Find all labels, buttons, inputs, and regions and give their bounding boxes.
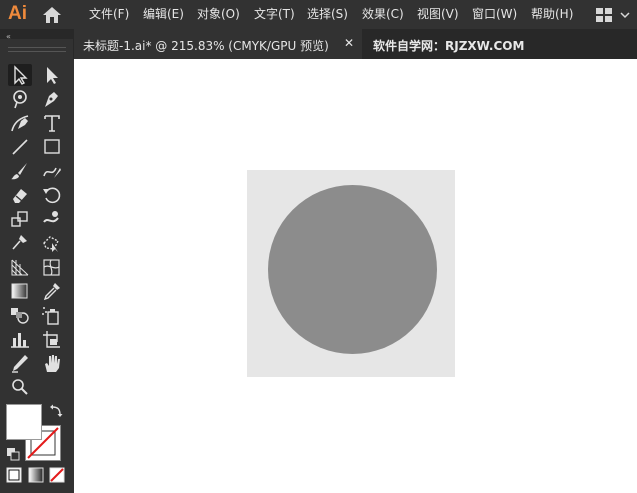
menu-view[interactable]: 视图(V)	[417, 6, 459, 22]
toolbar-grip[interactable]	[8, 47, 66, 52]
menu-edit[interactable]: 编辑(E)	[143, 6, 184, 22]
perspective-grid-tool-icon[interactable]	[8, 256, 32, 278]
type-tool-icon[interactable]	[40, 112, 64, 134]
hand-tool-icon[interactable]	[40, 352, 64, 374]
menu-help[interactable]: 帮助(H)	[531, 6, 573, 22]
free-transform-tool-icon[interactable]	[40, 232, 64, 254]
fill-swatch[interactable]	[6, 404, 42, 440]
zoom-tool-icon[interactable]	[8, 376, 32, 398]
home-icon[interactable]	[42, 6, 62, 24]
color-mode-button[interactable]	[6, 467, 22, 483]
collapse-panel-icon[interactable]: «	[6, 32, 11, 41]
menu-window[interactable]: 窗口(W)	[472, 6, 517, 22]
selection-tool-icon[interactable]	[8, 64, 32, 86]
gradient-mode-button[interactable]	[28, 467, 44, 483]
menu-effect[interactable]: 效果(C)	[362, 6, 404, 22]
swap-fill-stroke-icon[interactable]	[49, 403, 63, 417]
gray-circle-shape[interactable]	[268, 185, 437, 354]
menu-bar: Ai 文件(F) 编辑(E) 对象(O) 文字(T) 选择(S) 效果(C) 视…	[0, 0, 637, 29]
default-fill-stroke-icon[interactable]	[6, 446, 20, 461]
document-canvas[interactable]	[74, 59, 637, 493]
watermark-text: 软件自学网：RJZXW.COM	[373, 39, 525, 53]
graph-tool-icon[interactable]	[8, 328, 32, 350]
pen-tool-icon[interactable]	[40, 88, 64, 110]
menu-select[interactable]: 选择(S)	[307, 6, 348, 22]
shaper-tool-icon[interactable]	[40, 160, 64, 182]
tools-panel	[0, 59, 73, 493]
close-tab-icon[interactable]: ✕	[344, 36, 354, 50]
warp-tool-icon[interactable]	[40, 208, 64, 230]
app-logo: Ai	[8, 3, 27, 24]
gradient-tool-icon[interactable]	[8, 280, 32, 302]
none-mode-button[interactable]	[49, 467, 65, 483]
document-tab-title: 未标题-1.ai* @ 215.83% (CMYK/GPU 预览)	[83, 39, 329, 53]
line-tool-icon[interactable]	[8, 136, 32, 158]
menu-file[interactable]: 文件(F)	[89, 6, 129, 22]
puppet-warp-tool-icon[interactable]	[8, 232, 32, 254]
blend-tool-icon[interactable]	[8, 304, 32, 326]
artboard-tool-icon[interactable]	[40, 328, 64, 350]
magic-wand-tool-icon[interactable]	[8, 88, 32, 110]
toolbar-header	[0, 39, 73, 59]
document-tab[interactable]: 未标题-1.ai* @ 215.83% (CMYK/GPU 预览) ✕	[74, 29, 362, 59]
paintbrush-tool-icon[interactable]	[8, 160, 32, 182]
menu-object[interactable]: 对象(O)	[197, 6, 240, 22]
rectangle-tool-icon[interactable]	[40, 136, 64, 158]
workspace-switcher-grid-icon[interactable]	[596, 7, 630, 26]
mesh-tool-icon[interactable]	[40, 256, 64, 278]
scale-tool-icon[interactable]	[8, 208, 32, 230]
direct-selection-tool-icon[interactable]	[40, 64, 64, 86]
curvature-tool-icon[interactable]	[8, 112, 32, 134]
eraser-tool-icon[interactable]	[8, 184, 32, 206]
rotate-tool-icon[interactable]	[40, 184, 64, 206]
menu-type[interactable]: 文字(T)	[254, 6, 295, 22]
symbol-sprayer-tool-icon[interactable]	[40, 304, 64, 326]
slice-tool-icon[interactable]	[8, 352, 32, 374]
eyedropper-tool-icon[interactable]	[40, 280, 64, 302]
